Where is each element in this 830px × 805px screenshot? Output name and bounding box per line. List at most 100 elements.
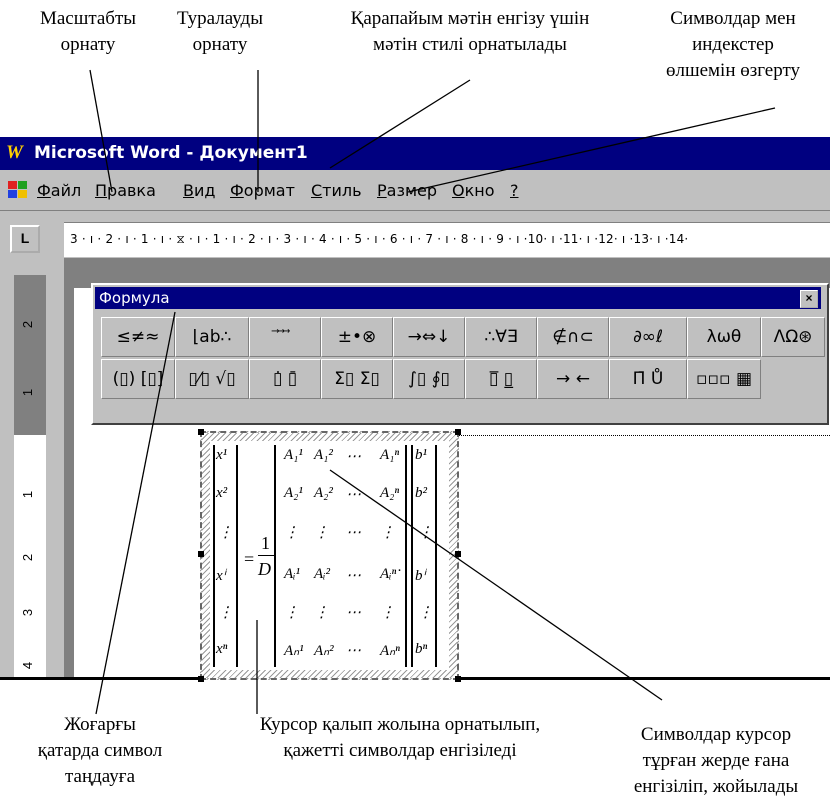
matrix-cell: ⋯ — [346, 525, 361, 541]
matrix-cell: A₂ⁿ — [380, 485, 400, 501]
fraction-line — [258, 555, 274, 556]
x-left-bar — [213, 445, 215, 667]
matrix-button[interactable]: ▫▫▫ ▦ — [687, 359, 761, 399]
menu-format[interactable]: Формат — [230, 181, 295, 200]
tab-stop-button[interactable]: L — [10, 225, 40, 253]
b-right-bar — [435, 445, 437, 667]
b-entry: bⁱ — [415, 568, 426, 584]
b-entry: ⋮ — [418, 605, 433, 621]
formula-palette-title-bar[interactable]: Формула × — [95, 287, 821, 309]
x-entry: x¹ — [216, 447, 228, 463]
greek-upper-button[interactable]: ΛΩ⊛ — [761, 317, 825, 357]
operators-button[interactable]: ±•⊗ — [321, 317, 393, 357]
horizontal-ruler[interactable]: 3 · ı · 2 · ı · 1 · ı · ⧖ · ı · 1 · ı · … — [64, 222, 830, 257]
b-entry: b¹ — [415, 447, 427, 463]
formula-palette: Формула × ≤≠≈ ⌊ab∴ ⃗ ⃗ ⃗ ±•⊗ →⇔↓ ∴∀∃ ∉∩⊂… — [91, 283, 829, 425]
matrix-cell: Aₙⁿ — [380, 643, 400, 659]
ruler-numbers: 3 · ı · 2 · ı · 1 · ı · ⧖ · ı · 1 · ı · … — [70, 232, 689, 246]
palette-row-symbols: ≤≠≈ ⌊ab∴ ⃗ ⃗ ⃗ ±•⊗ →⇔↓ ∴∀∃ ∉∩⊂ ∂∞ℓ λωθ Λ… — [101, 317, 825, 357]
resize-handle[interactable] — [455, 676, 461, 682]
window-title-bar: W Microsoft Word - Документ1 — [0, 137, 830, 170]
vruler-number: 4 — [20, 661, 36, 670]
misc-symbols-button[interactable]: ∂∞ℓ — [609, 317, 687, 357]
x-entry: ⋮ — [218, 525, 233, 541]
menu-size[interactable]: Размер — [377, 181, 437, 200]
fraction-denominator: D — [258, 559, 271, 579]
dot-symbol: . — [398, 559, 402, 575]
matrix-cell: Aᵢ¹ — [284, 566, 301, 582]
vruler-number: 3 — [20, 608, 36, 617]
x-entry: xⁿ — [216, 641, 228, 657]
arrows-button[interactable]: →⇔↓ — [393, 317, 465, 357]
resize-handle[interactable] — [455, 429, 461, 435]
x-entry: ⋮ — [218, 605, 233, 621]
menu-bar: Файл Правка Вид Формат Стиль Размер Окно… — [0, 170, 830, 211]
fraction-numerator: 1 — [261, 533, 270, 553]
spaces-button[interactable]: ⌊ab∴ — [175, 317, 249, 357]
resize-handle[interactable] — [455, 551, 461, 557]
menu-style[interactable]: Стиль — [311, 181, 362, 200]
matrix-cell: A₁ⁿ — [380, 447, 400, 463]
matrix-left-bar — [274, 445, 276, 667]
fence-templates-button[interactable]: (▯) [▯] — [101, 359, 175, 399]
matrix-cell: ⋯ — [346, 449, 361, 465]
matrix-cell: Aᵢⁿ — [380, 566, 397, 582]
matrix-cell: ⋮ — [284, 525, 299, 541]
matrix-cell: ⋮ — [380, 525, 395, 541]
greek-lower-button[interactable]: λωθ — [687, 317, 761, 357]
resize-handle[interactable] — [198, 551, 204, 557]
embellishments-button[interactable]: ⃗ ⃗ ⃗ — [249, 317, 321, 357]
relations-button[interactable]: ≤≠≈ — [101, 317, 175, 357]
menu-window[interactable]: Окно — [452, 181, 495, 200]
matrix-cell: ⋮ — [284, 605, 299, 621]
matrix-cell: A₁¹ — [284, 447, 303, 463]
matrix-cell: Aₙ² — [314, 643, 334, 659]
matrix-cell: A₂¹ — [284, 485, 303, 501]
b-entry: b² — [415, 485, 427, 501]
matrix-cell: ⋮ — [314, 605, 329, 621]
matrix-cell: Aᵢ² — [314, 566, 331, 582]
bar-templates-button[interactable]: ▯̅ ▯̲ — [465, 359, 537, 399]
fraction-radical-button[interactable]: ▯⁄▯ √▯ — [175, 359, 249, 399]
word-app-icon: W — [6, 142, 23, 163]
summation-button[interactable]: Σ▯ Σ▯ — [321, 359, 393, 399]
matrix-cell: Aₙ¹ — [284, 643, 304, 659]
matrix-cell: ⋯ — [346, 605, 361, 621]
vertical-ruler[interactable]: 2 1 1 2 3 4 — [14, 275, 46, 680]
resize-handle[interactable] — [198, 676, 204, 682]
vruler-number: 1 — [20, 388, 36, 397]
subscript-superscript-button[interactable]: ▯̇ ▯̄ — [249, 359, 321, 399]
integral-button[interactable]: ∫▯ ∮▯ — [393, 359, 465, 399]
menu-help[interactable]: ? — [510, 181, 519, 200]
vruler-number: 2 — [20, 553, 36, 562]
matrix-cell: ⋮ — [380, 605, 395, 621]
products-button[interactable]: Π̄ Ů — [609, 359, 687, 399]
matrix-right-bar — [405, 445, 407, 667]
matrix-cell: ⋯ — [346, 643, 361, 659]
logic-button[interactable]: ∴∀∃ — [465, 317, 537, 357]
matrix-cell: A₁² — [314, 447, 333, 463]
document-icon[interactable] — [6, 179, 30, 199]
menu-edit[interactable]: Правка — [95, 181, 156, 200]
matrix-cell: ⋯ — [346, 568, 361, 584]
menu-file[interactable]: Файл — [37, 181, 81, 200]
matrix-cell: ⋮ — [314, 525, 329, 541]
b-entry: ⋮ — [418, 525, 433, 541]
close-icon[interactable]: × — [800, 290, 818, 308]
equation-editor-box[interactable]: x¹ x² ⋮ xⁱ ⋮ xⁿ = 1 D A₁¹ A₁² ⋯ A₁ⁿ A₂¹ A₂² ⋯ A… — [198, 429, 461, 682]
equation-content[interactable]: x¹ x² ⋮ xⁱ ⋮ xⁿ = 1 D A₁¹ A₁² ⋯ A₁ⁿ A₂¹ A₂² ⋯ A… — [210, 441, 449, 670]
x-entry: x² — [216, 485, 228, 501]
caption-size: Символдар мен индекстер өлшемін өзгерту — [665, 8, 801, 81]
labeled-arrows-button[interactable]: → ← — [537, 359, 609, 399]
x-right-bar — [236, 445, 238, 667]
caption-text-style: Қарапайым мәтін енгізу үшін мәтін стилі … — [350, 8, 590, 55]
menu-view[interactable]: Вид — [183, 181, 215, 200]
formula-palette-title: Формула — [99, 289, 170, 307]
matrix-cell: ⋯ — [346, 487, 361, 503]
palette-row-templates: (▯) [▯] ▯⁄▯ √▯ ▯̇ ▯̄ Σ▯ Σ▯ ∫▯ ∮▯ ▯̅ ▯̲ →… — [101, 359, 761, 399]
vruler-number: 2 — [20, 320, 36, 329]
equals-sign: = — [244, 549, 255, 569]
caption-align: Туралауды орнату — [177, 8, 263, 55]
set-theory-button[interactable]: ∉∩⊂ — [537, 317, 609, 357]
resize-handle[interactable] — [198, 429, 204, 435]
